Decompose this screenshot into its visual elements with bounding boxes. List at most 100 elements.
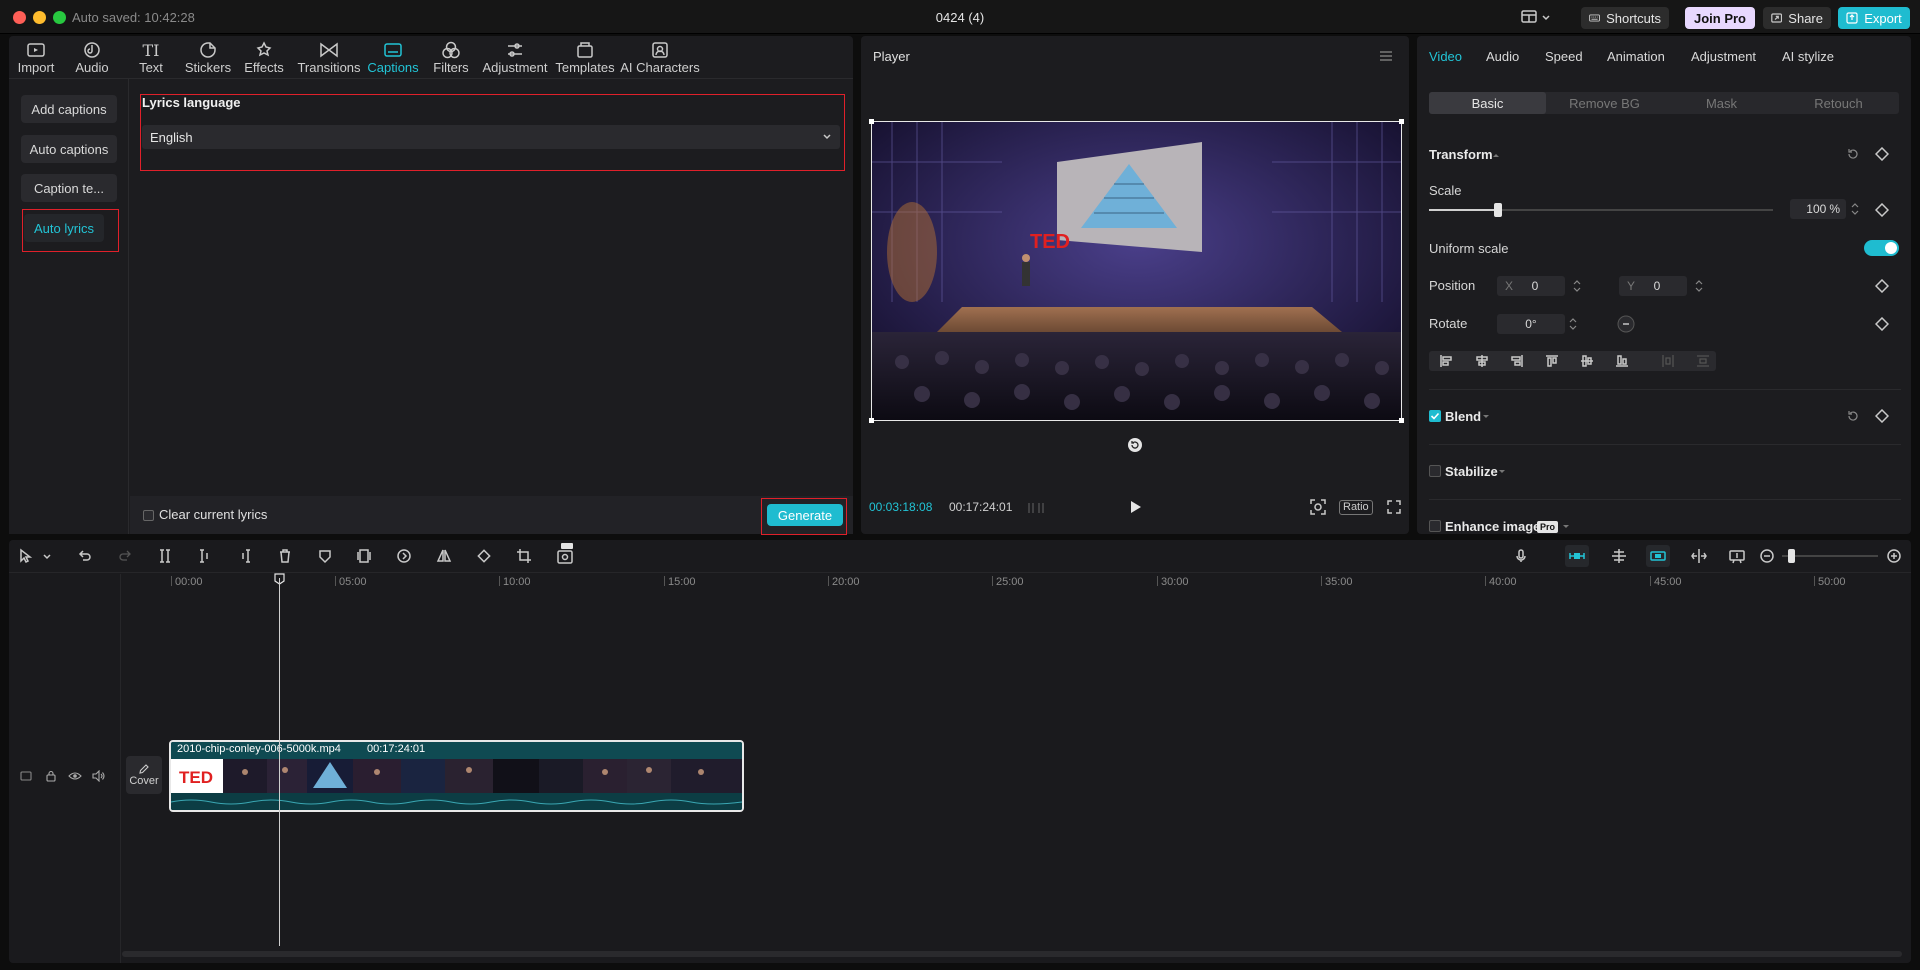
tab-audio[interactable]: Audio xyxy=(1486,49,1519,64)
video-preview[interactable]: TED xyxy=(871,121,1402,421)
zoom-out-icon[interactable] xyxy=(1759,548,1775,564)
snap-icon[interactable] xyxy=(1646,545,1670,567)
toolbar-transitions[interactable]: Transitions xyxy=(297,40,361,78)
align-top-icon[interactable] xyxy=(1545,354,1559,368)
auto-lyrics-button[interactable]: Auto lyrics xyxy=(24,214,104,242)
tab-speed[interactable]: Speed xyxy=(1545,49,1583,64)
share-button[interactable]: Share xyxy=(1763,7,1831,29)
stepper-icon[interactable] xyxy=(1568,316,1578,332)
toolbar-templates[interactable]: Templates xyxy=(554,40,616,78)
rotate-handle-icon[interactable] xyxy=(1127,437,1143,453)
split-icon[interactable] xyxy=(157,548,173,564)
stabilize-title[interactable]: Stabilize xyxy=(1445,464,1498,479)
mirror-icon[interactable] xyxy=(436,548,452,564)
keyframe-icon[interactable] xyxy=(1875,279,1889,293)
tab-video[interactable]: Video xyxy=(1429,49,1462,64)
marker-icon[interactable] xyxy=(317,548,333,564)
toolbar-audio[interactable]: Audio xyxy=(74,40,110,78)
split-right-icon[interactable] xyxy=(237,548,253,564)
transform-section-title[interactable]: Transform xyxy=(1429,147,1493,162)
chevron-down-icon[interactable] xyxy=(42,548,58,564)
scale-slider-track[interactable] xyxy=(1429,209,1773,211)
subtab-mask[interactable]: Mask xyxy=(1663,92,1780,114)
toolbar-ai-characters[interactable]: AI Characters xyxy=(620,40,700,78)
position-x-input[interactable]: X0 xyxy=(1497,276,1565,296)
reverse-icon[interactable] xyxy=(396,548,412,564)
subtab-retouch[interactable]: Retouch xyxy=(1780,92,1897,114)
subtab-remove-bg[interactable]: Remove BG xyxy=(1546,92,1663,114)
scale-slider-knob[interactable] xyxy=(1493,203,1502,217)
preview-axis-icon[interactable] xyxy=(1728,547,1745,564)
chevron-down-icon[interactable] xyxy=(1562,524,1570,530)
export-button[interactable]: Export xyxy=(1838,7,1910,29)
undo-icon[interactable] xyxy=(77,548,93,564)
add-captions-button[interactable]: Add captions xyxy=(21,95,117,123)
clear-lyrics-checkbox[interactable] xyxy=(143,510,154,521)
reset-icon[interactable] xyxy=(1846,409,1860,423)
fullscreen-icon[interactable] xyxy=(1387,500,1401,514)
minimize-window-button[interactable] xyxy=(33,11,46,24)
split-left-icon[interactable] xyxy=(197,548,213,564)
stepper-icon[interactable] xyxy=(1694,278,1704,294)
uniform-scale-toggle[interactable] xyxy=(1864,240,1899,256)
collapse-icon[interactable] xyxy=(1492,152,1500,158)
track-cover-icon[interactable] xyxy=(20,770,32,782)
timeline-scrollbar[interactable] xyxy=(122,951,1902,957)
chevron-down-icon[interactable] xyxy=(1498,469,1506,475)
main-track-magnet-icon[interactable] xyxy=(1565,545,1589,567)
speaker-icon[interactable] xyxy=(92,770,106,782)
tab-ai-stylize[interactable]: AI stylize xyxy=(1782,49,1834,64)
auto-captions-button[interactable]: Auto captions xyxy=(21,135,117,163)
delete-icon[interactable] xyxy=(277,548,293,564)
zoom-fit-icon[interactable] xyxy=(1310,499,1326,515)
rotate-input[interactable]: 0° xyxy=(1497,314,1565,334)
grid-icon[interactable] xyxy=(1027,501,1047,515)
align-bottom-icon[interactable] xyxy=(1615,354,1629,368)
microphone-icon[interactable] xyxy=(1513,548,1529,564)
zoom-in-icon[interactable] xyxy=(1886,548,1902,564)
align-left-icon[interactable] xyxy=(1439,354,1453,368)
blend-title[interactable]: Blend xyxy=(1445,409,1481,424)
layout-icon[interactable] xyxy=(1521,9,1551,25)
resize-handle[interactable] xyxy=(1399,119,1404,124)
menu-icon[interactable] xyxy=(1379,50,1393,62)
position-y-input[interactable]: Y0 xyxy=(1619,276,1687,296)
generate-button[interactable]: Generate xyxy=(767,504,843,526)
cover-button[interactable]: Cover xyxy=(126,756,162,794)
toolbar-captions[interactable]: Captions xyxy=(367,40,419,78)
align-middle-icon[interactable] xyxy=(1580,354,1594,368)
rotate-icon[interactable] xyxy=(476,548,492,564)
toolbar-import[interactable]: Import xyxy=(18,40,54,78)
lyrics-language-select[interactable]: English xyxy=(142,125,840,149)
zoom-slider-track[interactable] xyxy=(1782,555,1878,557)
crop-icon[interactable] xyxy=(516,548,532,564)
stepper-icon[interactable] xyxy=(1572,278,1582,294)
keyframe-icon[interactable] xyxy=(1875,203,1889,217)
ratio-button[interactable]: Ratio xyxy=(1339,500,1373,515)
link-icon[interactable] xyxy=(1610,547,1626,563)
ai-tool-pro-icon[interactable] xyxy=(556,543,576,565)
subtab-basic[interactable]: Basic xyxy=(1429,92,1546,114)
zoom-window-button[interactable] xyxy=(53,11,66,24)
scale-input[interactable]: 100% xyxy=(1790,199,1846,219)
keyframe-icon[interactable] xyxy=(1875,317,1889,331)
rotate-dial-icon[interactable] xyxy=(1617,315,1635,333)
playhead[interactable] xyxy=(279,578,280,946)
toolbar-filters[interactable]: Filters xyxy=(432,40,470,78)
resize-handle[interactable] xyxy=(869,418,874,423)
resize-handle[interactable] xyxy=(1399,418,1404,423)
eye-icon[interactable] xyxy=(68,770,82,782)
resize-handle[interactable] xyxy=(869,119,874,124)
stepper-icon[interactable] xyxy=(1850,201,1860,217)
freeze-icon[interactable] xyxy=(356,548,372,564)
enhance-image-checkbox[interactable] xyxy=(1429,520,1441,532)
join-pro-button[interactable]: Join Pro xyxy=(1685,7,1755,29)
tab-adjustment[interactable]: Adjustment xyxy=(1691,49,1756,64)
split-track-icon[interactable] xyxy=(1690,547,1707,563)
caption-templates-button[interactable]: Caption te... xyxy=(21,174,117,202)
toolbar-text[interactable]: TI Text xyxy=(136,40,166,78)
chevron-down-icon[interactable] xyxy=(1482,414,1490,420)
blend-checkbox[interactable] xyxy=(1429,410,1441,422)
enhance-image-title[interactable]: Enhance image xyxy=(1445,519,1540,534)
toolbar-adjustment[interactable]: Adjustment xyxy=(482,40,548,78)
